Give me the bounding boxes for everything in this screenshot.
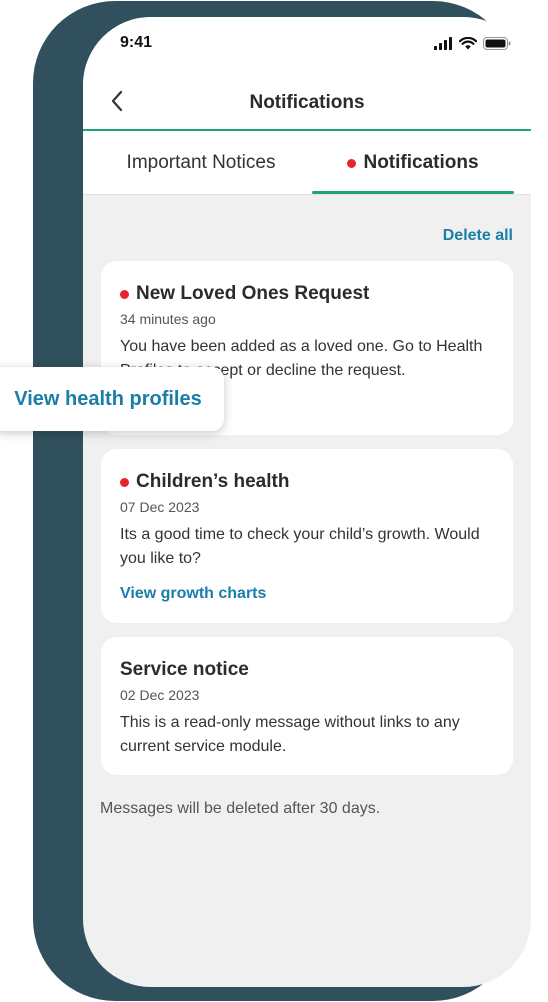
status-icons (434, 36, 511, 55)
active-tab-indicator (312, 191, 514, 194)
view-growth-charts-link[interactable]: View growth charts (120, 585, 266, 603)
notification-card[interactable]: Children’s health 07 Dec 2023 Its a good… (101, 449, 513, 623)
notification-title: Children’s health (120, 471, 289, 493)
tab-notifications[interactable]: Notifications (312, 131, 514, 195)
notification-time: 02 Dec 2023 (120, 687, 200, 703)
retention-note: Messages will be deleted after 30 days. (100, 800, 381, 817)
notification-title-text: New Loved Ones Request (136, 283, 370, 304)
status-bar: 9:41 (83, 17, 531, 79)
wifi-icon (458, 36, 478, 55)
notification-time: 34 minutes ago (120, 311, 216, 327)
notification-title-text: Service notice (120, 659, 249, 680)
tab-important-notices[interactable]: Important Notices (99, 131, 303, 195)
screen: 9:41 Notifications Important Notices Not… (83, 17, 531, 987)
tab-label: Notifications (363, 152, 479, 173)
notification-body: Its a good time to check your child’s gr… (120, 526, 480, 567)
signal-icon (434, 37, 453, 55)
tab-label: Important Notices (126, 152, 276, 173)
notification-title: New Loved Ones Request (120, 283, 369, 305)
battery-icon (483, 37, 511, 55)
status-time: 9:41 (120, 34, 153, 51)
view-health-profiles-link[interactable]: View health profiles (0, 367, 224, 431)
notification-title: Service notice (120, 659, 249, 681)
unread-dot-icon (120, 289, 129, 299)
app-header: Notifications (83, 79, 531, 131)
notification-body: This is a read-only message without link… (120, 714, 460, 755)
notification-card[interactable]: Service notice 02 Dec 2023 This is a rea… (101, 637, 513, 775)
phone-frame: 9:41 Notifications Important Notices Not… (33, 1, 531, 1001)
notification-time: 07 Dec 2023 (120, 499, 200, 515)
unread-dot-icon (347, 158, 357, 168)
delete-all-button[interactable]: Delete all (443, 227, 513, 245)
tab-bar: Important Notices Notifications (83, 131, 531, 195)
notification-title-text: Children’s health (136, 471, 290, 492)
unread-dot-icon (120, 477, 129, 487)
page-title: Notifications (249, 92, 365, 113)
